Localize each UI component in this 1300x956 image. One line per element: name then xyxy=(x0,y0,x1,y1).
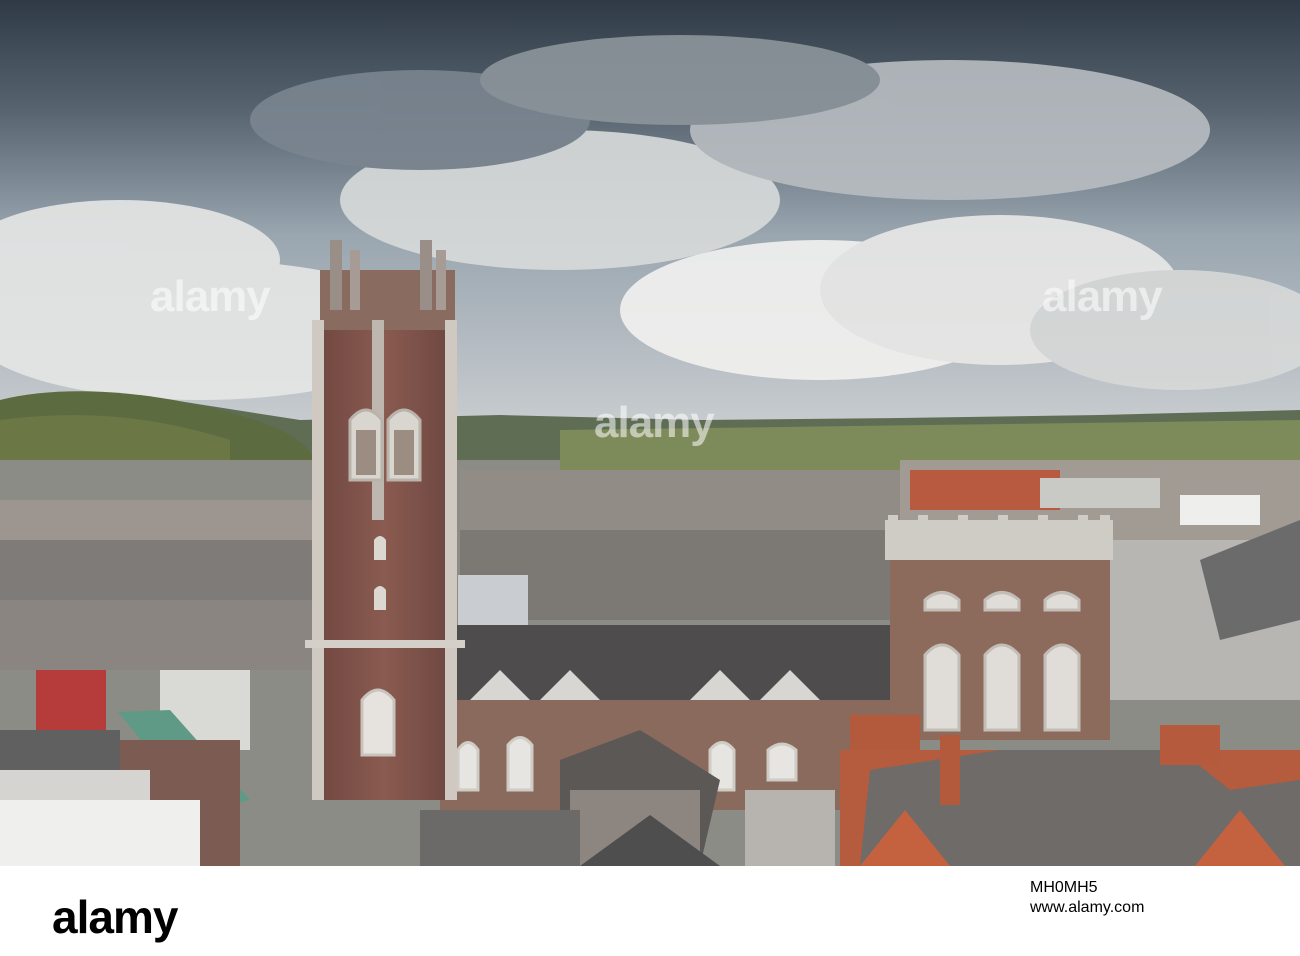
church-tower xyxy=(305,240,465,800)
site-url: www.alamy.com xyxy=(1030,899,1145,916)
footer-logo: alamy xyxy=(52,891,178,943)
watermark-right: alamy xyxy=(1042,272,1163,321)
footer-info: MH0MH5 www.alamy.com xyxy=(1030,878,1144,918)
image-id: MH0MH5 xyxy=(1030,879,1098,896)
watermark-center: alamy xyxy=(594,398,715,447)
watermark-left: alamy xyxy=(150,272,271,321)
